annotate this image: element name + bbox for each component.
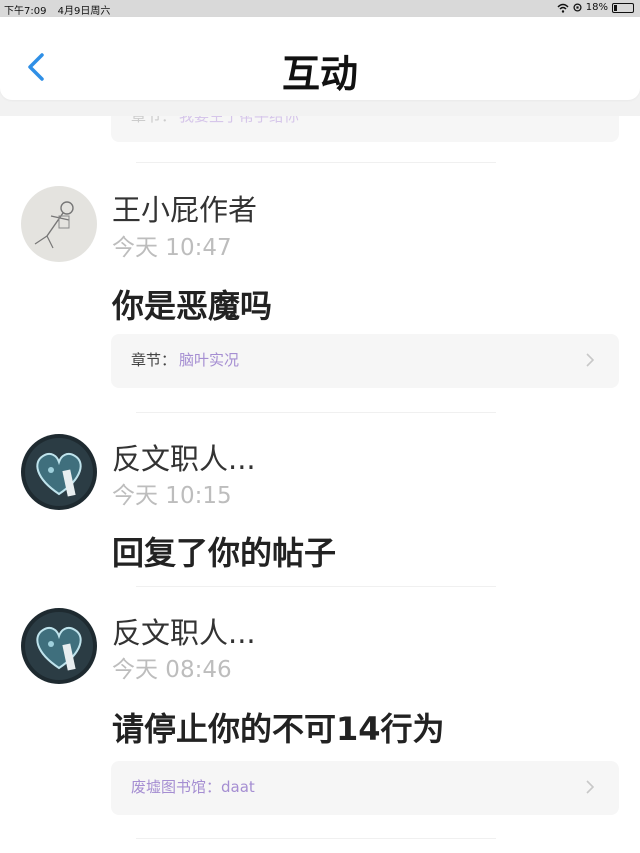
avatar-heart[interactable] [21, 608, 97, 684]
page-title: 互动 [281, 52, 358, 96]
message-text[interactable]: 请停止你的不可14行为 [112, 704, 445, 750]
heart-avatar-icon [21, 434, 97, 510]
timestamp: 今天 08:46 [112, 657, 232, 683]
message-text[interactable]: 回复了你的帖子 [112, 528, 336, 574]
sketch-avatar-icon [21, 186, 97, 262]
chapter-card-partial[interactable]: 章节： 我要生了帮手给你 [111, 116, 619, 142]
status-date: 4月9日周六 [57, 6, 111, 17]
nav-bar: 互动 [0, 17, 640, 100]
divider [136, 586, 496, 587]
author-name[interactable]: 王小屁作者 [112, 187, 257, 229]
chapter-value: 脑叶实况 [179, 351, 240, 369]
divider [136, 838, 496, 839]
avatar-sketch[interactable] [21, 186, 97, 262]
battery-icon [612, 2, 634, 13]
status-bar: 下午7:09 4月9日周六 18% [0, 0, 640, 17]
message-text[interactable]: 你是恶魔吗 [112, 281, 272, 327]
chapter-card[interactable]: 章节： 脑叶实况 [111, 334, 619, 388]
status-right: 18% [557, 2, 634, 13]
chapter-card[interactable]: 废墟图书馆：daat [111, 761, 619, 815]
chapter-value: 我要生了帮手给你 [179, 116, 300, 125]
divider [136, 412, 496, 413]
battery-percent: 18% [585, 2, 608, 13]
chevron-right-icon [586, 780, 595, 794]
orientation-lock-icon [573, 3, 582, 12]
interaction-feed[interactable]: 章节： 我要生了帮手给你 王小屁作者 今天 10:47 你是恶魔吗 章节： 脑叶… [0, 116, 640, 853]
author-name[interactable]: 反文职人... [112, 610, 256, 652]
chevron-right-icon [586, 353, 595, 367]
divider [136, 162, 496, 163]
avatar-heart[interactable] [21, 434, 97, 510]
timestamp: 今天 10:15 [112, 483, 232, 509]
author-name[interactable]: 反文职人... [112, 436, 256, 478]
wifi-icon [557, 3, 569, 13]
heart-avatar-icon [21, 608, 97, 684]
chapter-label: 章节： [131, 351, 177, 369]
timestamp: 今天 10:47 [112, 235, 232, 261]
status-left: 下午7:09 4月9日周六 [4, 2, 118, 17]
chapter-value: 废墟图书馆：daat [131, 778, 255, 796]
status-time: 下午7:09 [4, 6, 47, 17]
chapter-label: 章节： [131, 116, 177, 125]
